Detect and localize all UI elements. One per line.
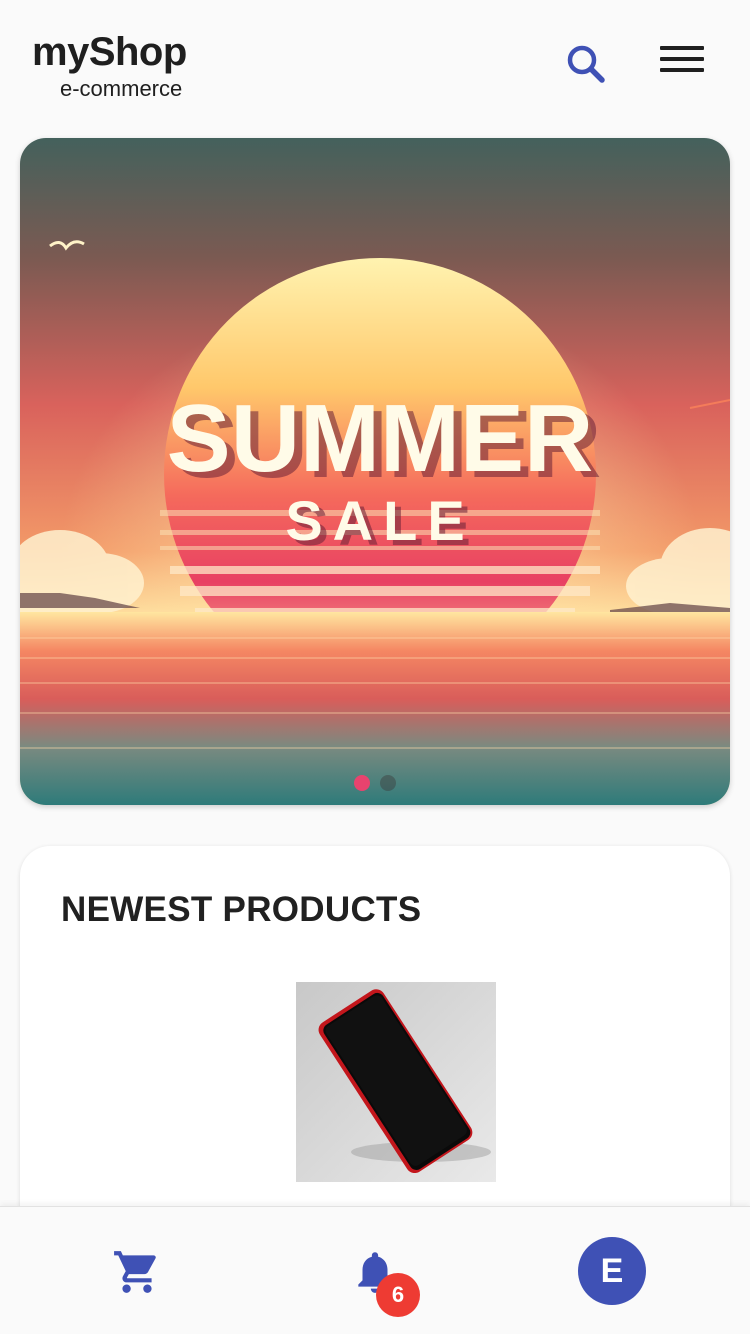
hamburger-menu-icon [660,46,704,50]
cart-button[interactable] [112,1247,162,1297]
carousel-dot-2[interactable] [380,775,396,791]
notification-count-badge: 6 [376,1273,420,1317]
user-avatar[interactable]: E [578,1237,646,1305]
search-icon [567,45,605,83]
app-title: myShop [32,30,187,74]
product-image-smartphone[interactable] [296,982,496,1182]
app-page: myShop e-commerce SUMMER SUMMER SALE SAL… [0,0,750,1334]
banner-headline: SUMMER [167,385,594,492]
brand-logo[interactable]: myShop e-commerce [32,28,187,102]
promo-banner-carousel[interactable]: SUMMER SUMMER SALE SALE [20,138,730,805]
banner-subheadline: SALE [285,489,474,552]
summer-sale-banner-image: SUMMER SUMMER SALE SALE [20,138,730,805]
menu-button[interactable] [660,46,704,82]
cart-icon [114,1251,156,1293]
search-button[interactable] [562,40,610,88]
bottom-navigation: 6 E [0,1206,750,1334]
section-title: NEWEST PRODUCTS [61,890,422,929]
carousel-dot-1[interactable] [354,775,370,791]
carousel-indicator [20,775,730,791]
app-subtitle: e-commerce [60,76,183,101]
smartphone-image [296,982,496,1182]
app-header: myShop e-commerce [0,0,750,120]
